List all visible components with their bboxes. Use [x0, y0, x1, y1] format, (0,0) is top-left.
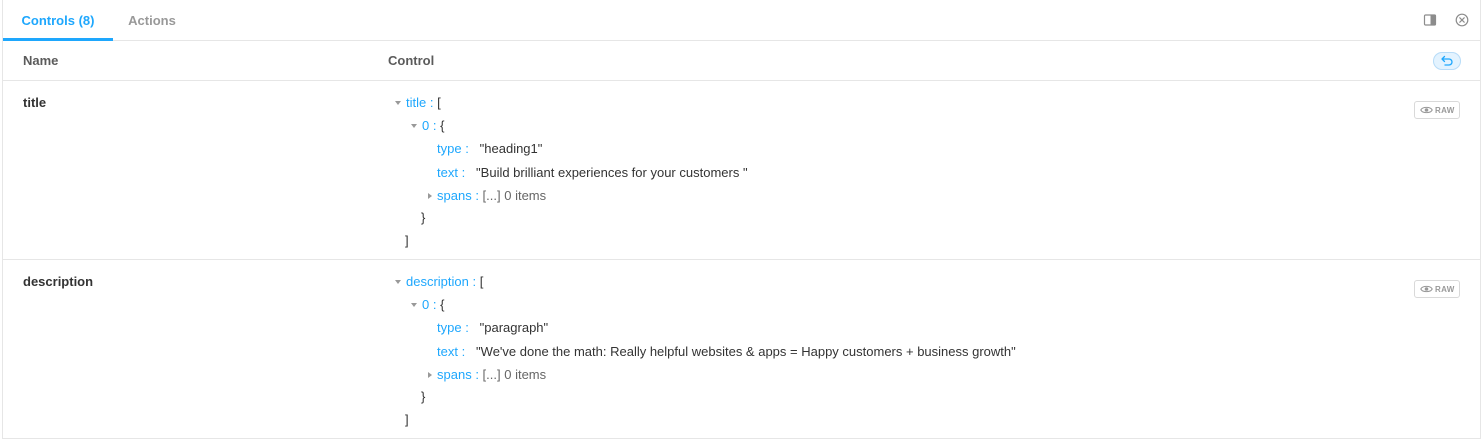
- tab-bar: Controls (8) Actions: [3, 0, 1480, 41]
- tree-field-text: text : "Build brilliant experiences for …: [437, 165, 748, 180]
- tree-field-text: text : "We've done the math: Really help…: [437, 344, 1016, 359]
- tree-item-0[interactable]: 0 : {: [411, 297, 444, 313]
- tab-actions[interactable]: Actions: [113, 0, 191, 40]
- tree-close-bracket: ]: [405, 233, 409, 248]
- tree-close-brace: }: [421, 389, 426, 404]
- eye-icon: [1420, 106, 1433, 114]
- tree-close-bracket: ]: [405, 412, 409, 427]
- tree-field-type: type : "paragraph": [437, 320, 549, 335]
- reset-controls-button[interactable]: [1433, 52, 1461, 70]
- raw-label: RAW: [1435, 285, 1455, 294]
- caret-down-icon[interactable]: [395, 279, 401, 284]
- caret-right-icon[interactable]: [428, 371, 432, 378]
- row-name: title: [23, 95, 47, 110]
- raw-toggle-button[interactable]: RAW: [1414, 101, 1460, 119]
- tree-item-0[interactable]: 0 : {: [411, 118, 444, 134]
- row-name: description: [23, 274, 94, 289]
- tree-field-type: type : "heading1": [437, 141, 543, 156]
- tree-field-spans[interactable]: spans : [...] 0 items: [428, 188, 546, 204]
- table-header: Name Control: [3, 41, 1480, 81]
- tree-root[interactable]: title : [: [395, 95, 441, 111]
- caret-right-icon[interactable]: [428, 192, 432, 199]
- caret-down-icon[interactable]: [411, 123, 417, 128]
- close-circle-icon[interactable]: [1455, 13, 1469, 27]
- eye-icon: [1420, 285, 1433, 293]
- undo-icon: [1441, 55, 1453, 66]
- table-row: description description : [ 0 : { type :…: [3, 260, 1480, 438]
- table-row: title title : [ 0 : { type : "heading1" …: [3, 81, 1480, 260]
- tree-close-brace: }: [421, 210, 426, 225]
- tab-controls[interactable]: Controls (8): [3, 0, 113, 41]
- column-header-name: Name: [23, 53, 59, 68]
- sidebar-toggle-icon[interactable]: [1423, 13, 1437, 27]
- addon-panel: Controls (8) Actions Name Control title …: [2, 0, 1481, 439]
- raw-toggle-button[interactable]: RAW: [1414, 280, 1460, 298]
- tree-root[interactable]: description : [: [395, 274, 483, 290]
- caret-down-icon[interactable]: [395, 100, 401, 105]
- raw-label: RAW: [1435, 106, 1455, 115]
- tree-field-spans[interactable]: spans : [...] 0 items: [428, 367, 546, 383]
- column-header-control: Control: [388, 53, 435, 68]
- caret-down-icon[interactable]: [411, 302, 417, 307]
